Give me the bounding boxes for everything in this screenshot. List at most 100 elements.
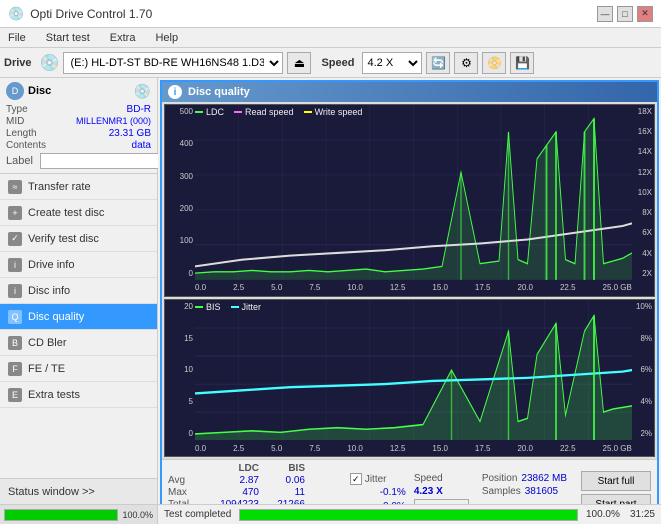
disc-quality-header: i Disc quality [162, 82, 657, 102]
status-window[interactable]: Status window >> [0, 478, 157, 504]
sidebar-item-fe-te[interactable]: F FE / TE [0, 356, 157, 382]
max-bis-val: 11 [265, 487, 305, 498]
eject-button[interactable]: ⏏ [287, 52, 311, 74]
yr-label-10x: 10X [634, 188, 652, 197]
extra-tests-icon: E [8, 388, 22, 402]
menu-extra[interactable]: Extra [106, 30, 140, 46]
close-button[interactable]: ✕ [637, 6, 653, 22]
byr-label-2: 2% [634, 429, 652, 438]
verify-test-disc-icon: ✓ [8, 232, 22, 246]
jitter-legend-dot [231, 306, 239, 308]
legend-jitter: Jitter [231, 302, 262, 312]
position-value: 23862 MB [521, 473, 567, 484]
top-chart-y-axis: 0 100 200 300 400 500 [165, 105, 195, 280]
content-area: i Disc quality LDC Read [158, 78, 661, 524]
samples-value: 381605 [525, 486, 558, 497]
disc-length-label: Length [6, 128, 56, 139]
top-chart-y-axis-right: 2X 4X 6X 8X 10X 12X 14X 16X 18X [632, 105, 654, 280]
menu-file[interactable]: File [4, 30, 30, 46]
yr-label-2x: 2X [634, 269, 652, 278]
ldc-header: LDC [204, 463, 259, 474]
disc-contents-row: Contents data [6, 140, 151, 151]
sidebar-item-transfer-rate[interactable]: ≈ Transfer rate [0, 174, 157, 200]
byr-label-6: 6% [634, 365, 652, 374]
disc-type-row: Type BD-R [6, 104, 151, 115]
media-button[interactable]: 📀 [482, 52, 506, 74]
bis-header: BIS [265, 463, 305, 474]
sidebar-item-disc-quality[interactable]: Q Disc quality [0, 304, 157, 330]
disc-label-input[interactable] [40, 153, 174, 169]
avg-label: Avg [168, 475, 198, 486]
bottom-chart-y-axis-right: 2% 4% 6% 8% 10% [632, 300, 654, 440]
minimize-button[interactable]: — [597, 6, 613, 22]
jitter-label: Jitter [365, 474, 387, 485]
disc-panel-title: Disc [28, 85, 51, 97]
top-chart-svg [195, 105, 632, 280]
sidebar: D Disc 💿 Type BD-R MID MILLENMR1 (000) L… [0, 78, 158, 524]
legend-write-speed: Write speed [304, 107, 363, 117]
cd-bler-icon: B [8, 336, 22, 350]
start-full-button[interactable]: Start full [581, 471, 651, 491]
speed-header: Speed [414, 473, 474, 484]
yr-label-18x: 18X [634, 107, 652, 116]
disc-contents-label: Contents [6, 140, 56, 151]
avg-ldc-val: 2.87 [204, 475, 259, 486]
yr-label-14x: 14X [634, 147, 652, 156]
disc-type-value: BD-R [127, 104, 151, 115]
disc-quality-icon: Q [8, 310, 22, 324]
sidebar-item-disc-info[interactable]: i Disc info [0, 278, 157, 304]
drive-select[interactable]: (E:) HL-DT-ST BD-RE WH16NS48 1.D3 [63, 52, 283, 74]
maximize-button[interactable]: □ [617, 6, 633, 22]
position-label: Position [482, 473, 518, 484]
transfer-rate-icon: ≈ [8, 180, 22, 194]
disc-label-label: Label [6, 155, 40, 167]
read-speed-legend-dot [234, 111, 242, 113]
menu-start-test[interactable]: Start test [42, 30, 94, 46]
fe-te-icon: F [8, 362, 22, 376]
nav-items: ≈ Transfer rate + Create test disc ✓ Ver… [0, 174, 157, 408]
disc-length-row: Length 23.31 GB [6, 128, 151, 139]
top-chart-x-axis: 0.0 2.5 5.0 7.5 10.0 12.5 15.0 17.5 20.0… [195, 280, 632, 296]
legend-read-speed: Read speed [234, 107, 294, 117]
write-speed-legend-dot [304, 111, 312, 113]
stats-max-row: Max 470 11 [168, 487, 342, 498]
disc-type-label: Type [6, 104, 56, 115]
menu-help[interactable]: Help [151, 30, 182, 46]
charts-container: LDC Read speed Write speed 0 [162, 102, 657, 459]
bottom-chart-y-axis: 0 5 10 15 20 [165, 300, 195, 440]
y-label-200: 200 [167, 204, 193, 213]
yr-label-12x: 12X [634, 168, 652, 177]
disc-quality-title: Disc quality [188, 86, 250, 98]
settings-button[interactable]: ⚙ [454, 52, 478, 74]
by-label-20: 20 [167, 302, 193, 311]
bottom-chart-svg [195, 300, 632, 440]
byr-label-10: 10% [634, 302, 652, 311]
refresh-button[interactable]: 🔄 [426, 52, 450, 74]
y-label-400: 400 [167, 139, 193, 148]
disc-panel-icon: D [6, 82, 24, 100]
status-text: Test completed [164, 509, 231, 520]
yr-label-8x: 8X [634, 208, 652, 217]
max-label: Max [168, 487, 198, 498]
drive-icon: 💿 [40, 53, 60, 73]
speed-select[interactable]: 4.2 X [362, 52, 422, 74]
y-label-100: 100 [167, 236, 193, 245]
sidebar-item-create-test-disc[interactable]: + Create test disc [0, 200, 157, 226]
sidebar-item-extra-tests[interactable]: E Extra tests [0, 382, 157, 408]
bottom-chart: BIS Jitter 0 5 10 15 20 [164, 299, 655, 457]
create-test-disc-icon: + [8, 206, 22, 220]
save-button[interactable]: 💾 [510, 52, 534, 74]
sidebar-progress-bar-container: 100.0% [0, 504, 157, 524]
top-chart-area [195, 105, 632, 280]
yr-label-16x: 16X [634, 127, 652, 136]
bottom-chart-area [195, 300, 632, 440]
yr-label-4x: 4X [634, 249, 652, 258]
sidebar-item-cd-bler[interactable]: B CD Bler [0, 330, 157, 356]
status-progress-track [239, 509, 578, 521]
sidebar-item-verify-test-disc[interactable]: ✓ Verify test disc [0, 226, 157, 252]
y-label-300: 300 [167, 172, 193, 181]
speed-value: 4.23 X [414, 486, 474, 497]
sidebar-item-drive-info[interactable]: i Drive info [0, 252, 157, 278]
jitter-checkbox[interactable]: ✓ [350, 473, 362, 485]
window-controls: — □ ✕ [597, 6, 653, 22]
